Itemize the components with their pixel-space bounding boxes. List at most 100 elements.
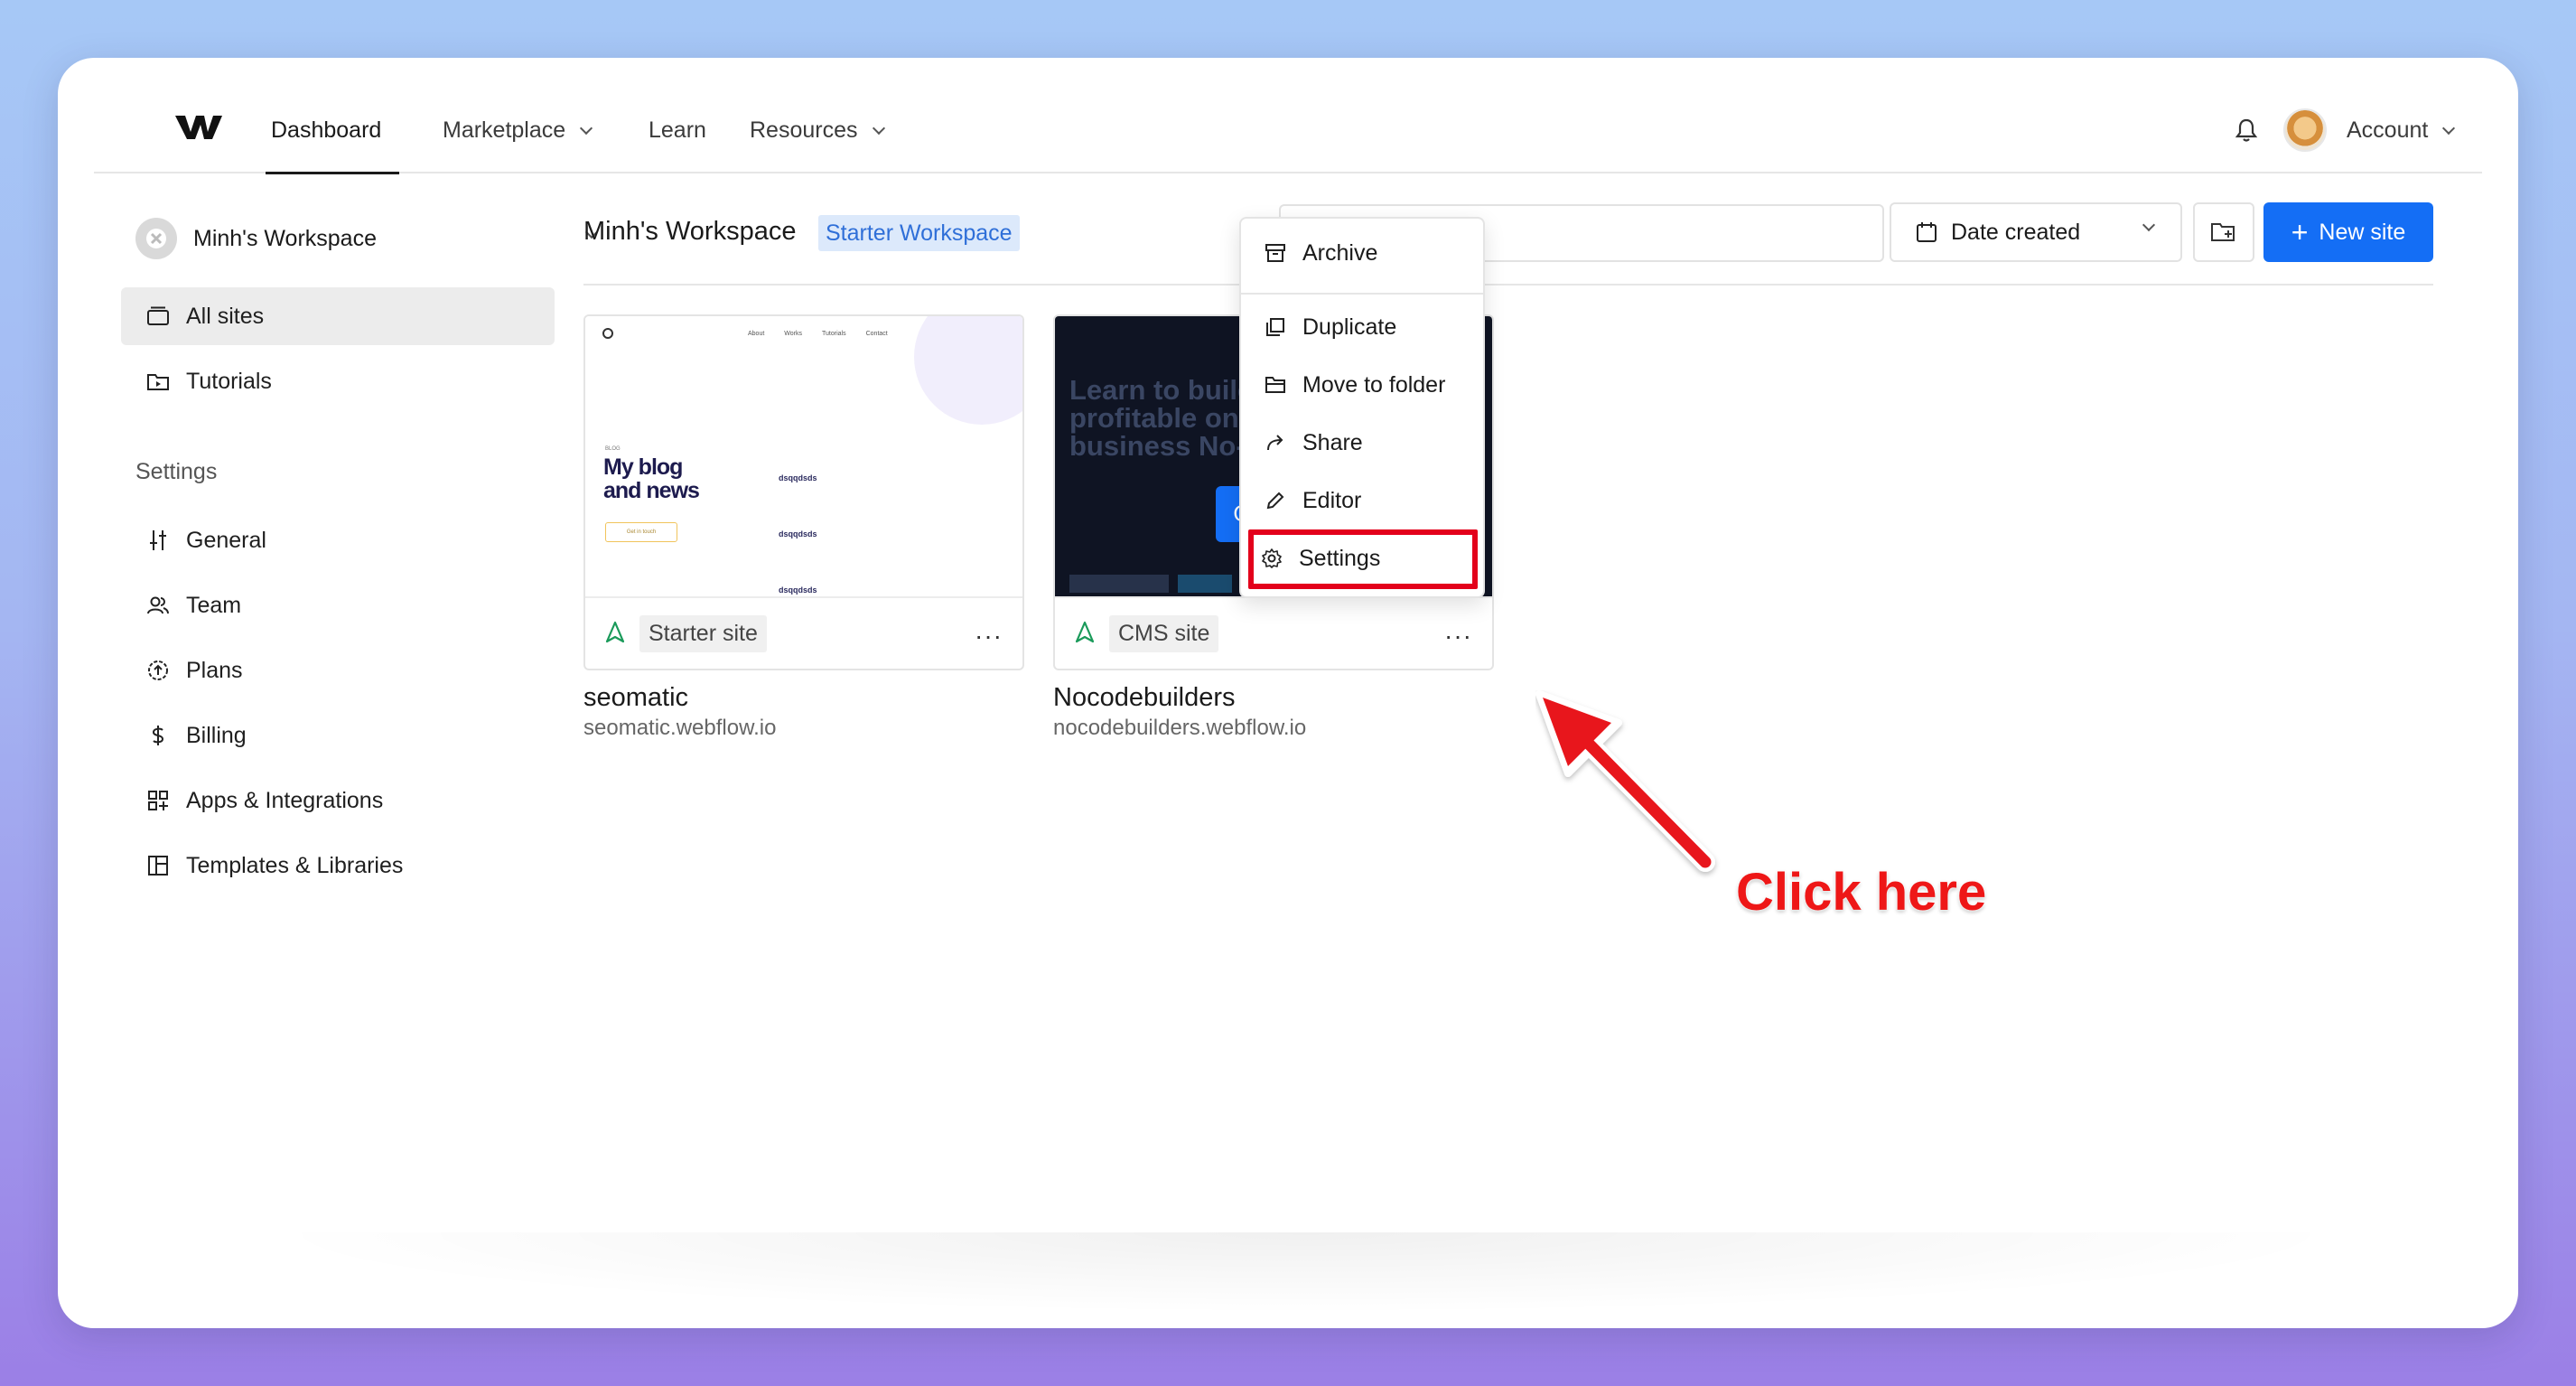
more-options-icon[interactable]: ··· — [1444, 622, 1472, 651]
site-plan-badge: CMS site — [1109, 614, 1219, 652]
thumb-nav-item: Tutorials — [822, 331, 846, 337]
nav-learn[interactable]: Learn — [649, 117, 706, 144]
divider — [583, 284, 2433, 286]
apps-icon — [148, 791, 168, 810]
sliders-icon — [150, 530, 166, 550]
thumb-heading: My blog and news — [603, 454, 700, 503]
site-plan-badge: Starter site — [639, 614, 767, 652]
templates-icon — [148, 856, 168, 876]
site-card-seomatic[interactable]: About Works Tutorials Contact BLOG My bl… — [583, 314, 1024, 670]
sort-select-value: Date created — [1951, 219, 2081, 245]
chevron-down-icon — [580, 121, 593, 135]
decorative-circle — [914, 316, 1022, 425]
archive-icon — [1265, 244, 1285, 262]
site-name[interactable]: Nocodebuilders — [1053, 683, 1236, 713]
sidebar-item-label: Plans — [186, 657, 243, 683]
site-name[interactable]: seomatic — [583, 683, 688, 713]
workspace-icon — [135, 218, 177, 259]
sidebar-item-label: All sites — [186, 303, 265, 329]
sidebar-item-tutorials[interactable]: Tutorials — [121, 352, 555, 410]
decorative-shadow — [257, 1232, 2356, 1314]
menu-item-label: Duplicate — [1302, 314, 1397, 340]
sidebar-item-billing[interactable]: Billing — [121, 707, 555, 764]
nav-resources-label: Resources — [750, 117, 858, 143]
nav-resources[interactable]: Resources — [750, 117, 885, 144]
menu-item-label: Editor — [1302, 487, 1362, 513]
thumb-button: Get in touch — [605, 522, 677, 542]
chevron-down-icon — [2442, 121, 2456, 135]
site-logo-icon — [602, 328, 613, 339]
chevron-down-icon — [872, 121, 885, 135]
sidebar-item-team[interactable]: Team — [121, 576, 555, 634]
new-folder-button[interactable] — [2193, 202, 2254, 262]
tutorials-icon — [147, 374, 169, 390]
folder-plus-icon — [2211, 223, 2235, 241]
calendar-icon — [1917, 222, 1937, 242]
dollar-icon — [152, 726, 164, 745]
menu-item-editor[interactable]: Editor — [1241, 473, 1483, 528]
sidebar-item-plans[interactable]: Plans — [121, 641, 555, 699]
thumb-row: dsqqdsds — [779, 473, 817, 482]
sidebar-item-templates-libraries[interactable]: Templates & Libraries — [121, 837, 555, 894]
nav-dashboard[interactable]: Dashboard — [271, 117, 381, 144]
bell-icon[interactable] — [2235, 117, 2258, 143]
menu-item-move-to-folder[interactable]: Move to folder — [1241, 358, 1483, 412]
thumb-nav-item: About — [748, 331, 765, 337]
sites-icon — [147, 306, 169, 325]
menu-item-duplicate[interactable]: Duplicate — [1241, 300, 1483, 354]
thumb-button — [1178, 575, 1232, 593]
thumb-nav-item: Works — [784, 331, 803, 337]
more-options-icon[interactable]: ··· — [975, 622, 1003, 651]
account-menu[interactable]: Account — [2347, 117, 2456, 144]
team-icon — [147, 596, 169, 614]
sidebar-item-all-sites[interactable]: All sites — [121, 287, 555, 345]
sidebar-item-label: Apps & Integrations — [186, 787, 384, 813]
top-nav: Dashboard Marketplace Learn Resources Ac… — [94, 58, 2482, 174]
menu-divider — [1241, 293, 1483, 295]
menu-item-share[interactable]: Share — [1241, 416, 1483, 470]
nav-learn-label: Learn — [649, 117, 706, 143]
nav-marketplace-label: Marketplace — [443, 117, 566, 143]
settings-heading: Settings — [135, 459, 218, 484]
avatar[interactable] — [2283, 108, 2327, 152]
nav-dashboard-label: Dashboard — [271, 117, 382, 143]
workspace-name: Minh's Workspace — [193, 225, 377, 251]
thumb-row: dsqqdsds — [779, 529, 817, 538]
sidebar-item-general[interactable]: General — [121, 511, 555, 569]
menu-item-label: Share — [1302, 429, 1363, 455]
menu-item-label: Archive — [1302, 239, 1378, 266]
new-site-button[interactable]: + New site — [2263, 202, 2433, 262]
sidebar-item-label: Templates & Libraries — [186, 852, 404, 878]
thumb-button — [1069, 575, 1169, 593]
sidebar-item-apps-integrations[interactable]: Apps & Integrations — [121, 772, 555, 829]
thumb-nav: About Works Tutorials Contact — [748, 331, 888, 337]
sidebar-item-label: Billing — [186, 722, 247, 748]
site-url[interactable]: nocodebuilders.webflow.io — [1053, 716, 1306, 741]
rocket-icon — [1075, 621, 1095, 643]
chevron-down-icon — [2142, 218, 2156, 232]
thumb-kicker: BLOG — [605, 446, 621, 452]
sidebar-item-label: General — [186, 527, 266, 553]
plus-icon: + — [2291, 216, 2309, 248]
nav-marketplace[interactable]: Marketplace — [443, 117, 593, 144]
menu-item-archive[interactable]: Archive — [1241, 226, 1483, 280]
annotation-arrow-icon — [1535, 690, 1715, 872]
plans-icon — [148, 660, 168, 680]
site-thumbnail[interactable]: About Works Tutorials Contact BLOG My bl… — [585, 316, 1022, 598]
account-label: Account — [2347, 117, 2429, 143]
card-footer: CMS site ··· — [1055, 596, 1492, 669]
workspace-plan-badge[interactable]: Starter Workspace — [818, 215, 1020, 251]
duplicate-icon — [1266, 318, 1284, 336]
nav-active-indicator — [266, 172, 399, 174]
rocket-icon — [605, 621, 625, 643]
folder-icon — [1265, 377, 1285, 393]
highlight-box — [1248, 529, 1478, 589]
annotation-callout: Click here — [1736, 863, 1987, 922]
page-title: Minh's Workspace — [583, 217, 797, 246]
card-footer: Starter site ··· — [585, 596, 1022, 669]
site-url[interactable]: seomatic.webflow.io — [583, 716, 776, 741]
sort-select[interactable]: Date created — [1890, 202, 2182, 262]
workspace-selector[interactable]: Minh's Workspace — [135, 213, 611, 264]
thumb-nav-item: Contact — [865, 331, 888, 337]
webflow-logo-icon[interactable] — [175, 114, 222, 141]
